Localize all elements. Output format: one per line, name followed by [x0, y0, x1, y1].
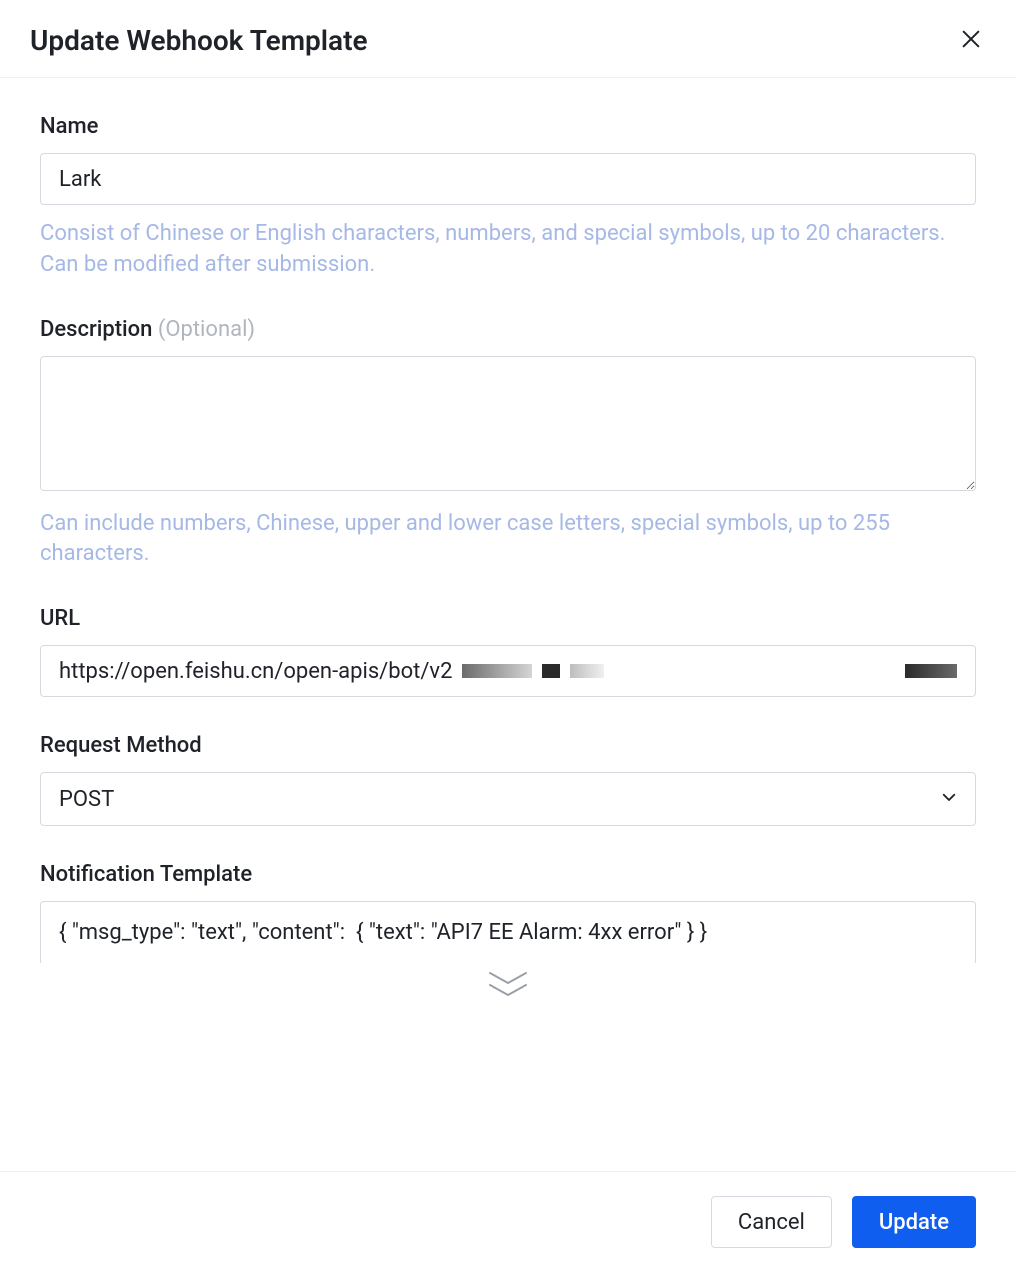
method-value: POST — [59, 787, 114, 812]
url-input[interactable]: https://open.feishu.cn/open-apis/bot/v2 — [40, 645, 976, 697]
template-field-group: Notification Template { "msg_type": "tex… — [40, 862, 976, 1003]
description-field-group: Description (Optional) Can include numbe… — [40, 317, 976, 571]
close-button[interactable] — [956, 24, 986, 57]
update-button[interactable]: Update — [852, 1196, 976, 1248]
dialog-header: Update Webhook Template — [0, 0, 1016, 78]
dialog-title: Update Webhook Template — [30, 24, 368, 57]
description-optional-text: (Optional) — [158, 317, 255, 342]
dialog-footer: Cancel Update — [0, 1171, 1016, 1280]
name-input[interactable] — [40, 153, 976, 205]
method-select[interactable]: POST — [40, 772, 976, 826]
double-chevron-down-icon — [486, 969, 530, 1003]
template-label: Notification Template — [40, 862, 976, 887]
url-label: URL — [40, 606, 976, 631]
name-hint: Consist of Chinese or English characters… — [40, 219, 976, 281]
expand-indicator[interactable] — [40, 963, 976, 1003]
close-icon — [960, 28, 982, 53]
description-label-text: Description — [40, 317, 152, 342]
redacted-segment — [570, 664, 604, 678]
description-label: Description (Optional) — [40, 317, 976, 342]
description-input[interactable] — [40, 356, 976, 491]
redacted-segment — [462, 664, 532, 678]
redacted-segment — [905, 664, 957, 678]
template-input[interactable]: { "msg_type": "text", "content": { "text… — [40, 901, 976, 963]
url-value: https://open.feishu.cn/open-apis/bot/v2 — [59, 659, 452, 684]
redacted-segment — [542, 664, 560, 678]
cancel-button[interactable]: Cancel — [711, 1196, 832, 1248]
name-label: Name — [40, 114, 976, 139]
method-field-group: Request Method POST — [40, 733, 976, 826]
dialog-body: Name Consist of Chinese or English chara… — [0, 78, 1016, 1108]
url-field-group: URL https://open.feishu.cn/open-apis/bot… — [40, 606, 976, 697]
description-hint: Can include numbers, Chinese, upper and … — [40, 509, 976, 571]
method-select-wrapper: POST — [40, 772, 976, 826]
name-field-group: Name Consist of Chinese or English chara… — [40, 114, 976, 281]
method-label: Request Method — [40, 733, 976, 758]
